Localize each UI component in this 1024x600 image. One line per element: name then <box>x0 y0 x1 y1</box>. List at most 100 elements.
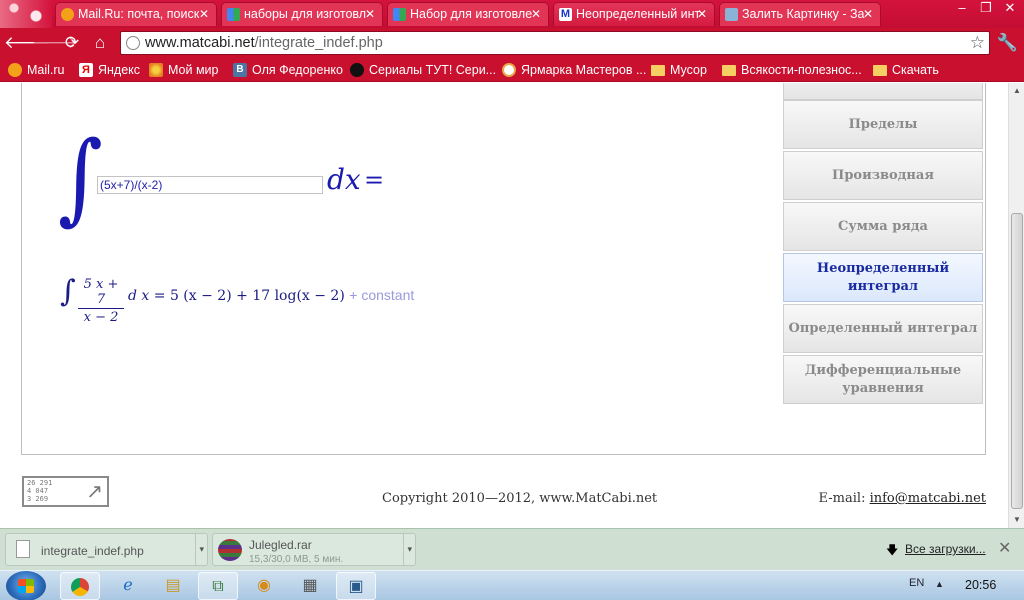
download-status: 15,3/30,0 MB, 5 мин. <box>249 554 344 565</box>
minimize-icon[interactable]: – <box>950 0 974 18</box>
bookmark-folder-musor[interactable]: Мусор <box>651 58 707 82</box>
language-indicator[interactable]: EN <box>909 577 924 589</box>
menu-item-indefinite-integral[interactable]: Неопределенный интеграл <box>783 253 983 302</box>
email-link[interactable]: info@matcabi.net <box>870 491 986 506</box>
chevron-down-icon[interactable]: ▾ <box>403 534 412 565</box>
windows-taskbar: ℯ ▤ ⧉ ◉ ▦ ▣ EN ▲ 20:56 <box>0 570 1024 600</box>
scroll-thumb[interactable] <box>1011 213 1023 509</box>
theme-decoration <box>0 0 52 28</box>
close-icon[interactable]: ✕ <box>863 3 873 26</box>
tab-matcabi[interactable]: M Неопределенный инт ✕ <box>553 2 715 26</box>
close-icon[interactable]: ✕ <box>998 538 1011 558</box>
tab-image-host[interactable]: Залить Картинку - За ✕ <box>719 2 881 26</box>
result-equals: = <box>153 288 166 304</box>
download-item-rar[interactable]: Julegled.rar 15,3/30,0 MB, 5 мин. ▾ <box>212 533 416 566</box>
taskbar-ie[interactable]: ℯ <box>108 572 148 600</box>
document-icon <box>16 540 30 558</box>
back-icon[interactable]: 🡐 <box>4 31 50 55</box>
taskbar-app-4[interactable]: ⧉ <box>198 572 238 600</box>
forward-icon[interactable]: 🡒 <box>32 31 78 55</box>
menu-item-series-sum[interactable]: Сумма ряда <box>783 202 983 251</box>
folder-icon <box>873 65 887 76</box>
tray-expand-icon[interactable]: ▲ <box>935 579 944 589</box>
browser-toolbar: 🡐 🡒 ⟳ ⌂ www.matcabi.net/integrate_indef.… <box>0 28 1024 58</box>
bookmark-mailru[interactable]: Mail.ru <box>8 58 65 82</box>
menu-item-derivative[interactable]: Производная <box>783 151 983 200</box>
close-icon[interactable]: ✕ <box>531 3 541 26</box>
visit-counter[interactable]: 26 291 4 047 3 269 ↗ <box>22 476 109 507</box>
folder-icon <box>651 65 665 76</box>
download-name: Julegled.rar <box>249 538 312 552</box>
result-plus: + <box>236 288 248 304</box>
result-dx: d x <box>128 288 150 304</box>
reload-icon[interactable]: ⟳ <box>60 31 84 55</box>
url-text[interactable]: www.matcabi.net/integrate_indef.php <box>145 32 383 54</box>
bookmark-label: Мусор <box>670 63 707 77</box>
address-bar[interactable]: www.matcabi.net/integrate_indef.php ☆ <box>120 31 990 55</box>
bookmark-star-icon[interactable]: ☆ <box>970 32 985 54</box>
bookmark-folder-vsyakosti[interactable]: Всякости-полезнос... <box>722 58 862 82</box>
home-icon[interactable]: ⌂ <box>88 31 112 55</box>
clock[interactable]: 20:56 <box>965 578 996 592</box>
taskbar-explorer[interactable]: ▤ <box>153 572 193 600</box>
menu-item-differential-equations[interactable]: Дифференциальные уравнения <box>783 355 983 404</box>
close-icon[interactable]: ✕ <box>697 3 707 26</box>
counter-line: 4 047 <box>27 487 49 495</box>
close-icon[interactable]: ✕ <box>365 3 375 26</box>
close-icon[interactable]: ✕ <box>199 3 209 26</box>
menu-item-top-cut[interactable] <box>783 83 983 100</box>
taskbar-app-7[interactable]: ▣ <box>336 572 376 600</box>
tab-title: наборы для изготовл <box>244 7 367 21</box>
image-host-favicon <box>725 8 738 21</box>
chrome-icon <box>71 578 89 596</box>
bookmark-serialy[interactable]: Сериалы ТУТ! Сери... <box>350 58 496 82</box>
tab-title: Mail.Ru: почта, поиск <box>78 7 200 21</box>
result-integral-sign: ∫ <box>60 274 76 309</box>
windows-logo-icon <box>18 579 34 593</box>
web-page: ∫ dx = ∫ 5 x + 7 x − 2 d x = 5 (x − 2) +… <box>0 83 1008 528</box>
all-downloads-link[interactable]: Все загрузки... <box>905 542 986 556</box>
result-fraction: 5 x + 7 x − 2 <box>78 277 124 325</box>
globe-icon <box>126 36 140 50</box>
download-item-php[interactable]: integrate_indef.php ▾ <box>5 533 208 566</box>
tab-google-2[interactable]: Набор для изготовле ✕ <box>387 2 549 26</box>
integrand-input[interactable] <box>97 176 323 194</box>
bookmark-label: Мой мир <box>168 63 219 77</box>
menu-item-limits[interactable]: Пределы <box>783 100 983 149</box>
close-window-icon[interactable]: ✕ <box>998 0 1022 18</box>
scroll-down-icon[interactable]: ▼ <box>1009 512 1024 528</box>
taskbar-chrome[interactable] <box>60 572 100 600</box>
mailru-icon <box>8 63 22 77</box>
downloads-bar: integrate_indef.php ▾ Julegled.rar 15,3/… <box>0 528 1024 570</box>
vk-icon: B <box>233 63 247 77</box>
tab-google-1[interactable]: наборы для изготовл ✕ <box>221 2 383 26</box>
maximize-icon[interactable]: ❐ <box>974 0 998 18</box>
wrench-icon[interactable]: 🔧 <box>997 31 1018 55</box>
tab-strip: Mail.Ru: почта, поиск ✕ наборы для изгот… <box>0 0 1024 28</box>
result-expression: d x = 5 (x − 2) + 17 log(x − 2) + consta… <box>128 287 414 304</box>
taskbar-app-5[interactable]: ◉ <box>244 572 284 600</box>
google-favicon <box>393 8 406 21</box>
result-term2: 17 log(x − 2) <box>252 288 345 304</box>
menu-item-definite-integral[interactable]: Определенный интеграл <box>783 304 983 353</box>
result-constant: + constant <box>349 287 415 303</box>
equals-sign: = <box>364 166 385 194</box>
tab-title: Набор для изготовле <box>410 7 533 21</box>
chevron-down-icon[interactable]: ▾ <box>195 534 204 565</box>
bookmark-vk[interactable]: B Оля Федоренко <box>233 58 343 82</box>
bookmark-moimir[interactable]: Мой мир <box>149 58 219 82</box>
result-denominator: x − 2 <box>83 310 119 325</box>
contact-email: E-mail: info@matcabi.net <box>819 491 986 506</box>
bookmark-yandex[interactable]: Я Яндекс <box>79 58 140 82</box>
bookmark-folder-skachat[interactable]: Скачать <box>873 58 939 82</box>
page-scrollbar[interactable]: ▲ ▼ <box>1008 83 1024 528</box>
google-favicon <box>227 8 240 21</box>
bookmark-yarmarka[interactable]: Ярмарка Мастеров ... <box>502 58 646 82</box>
tab-mailru[interactable]: Mail.Ru: почта, поиск ✕ <box>55 2 217 26</box>
dx-label: dx <box>327 163 361 196</box>
scroll-up-icon[interactable]: ▲ <box>1009 83 1024 99</box>
bookmark-label: Яндекс <box>98 63 141 77</box>
start-button[interactable] <box>6 571 46 600</box>
taskbar-calculator[interactable]: ▦ <box>290 572 330 600</box>
tab-title: Неопределенный инт <box>576 7 701 21</box>
